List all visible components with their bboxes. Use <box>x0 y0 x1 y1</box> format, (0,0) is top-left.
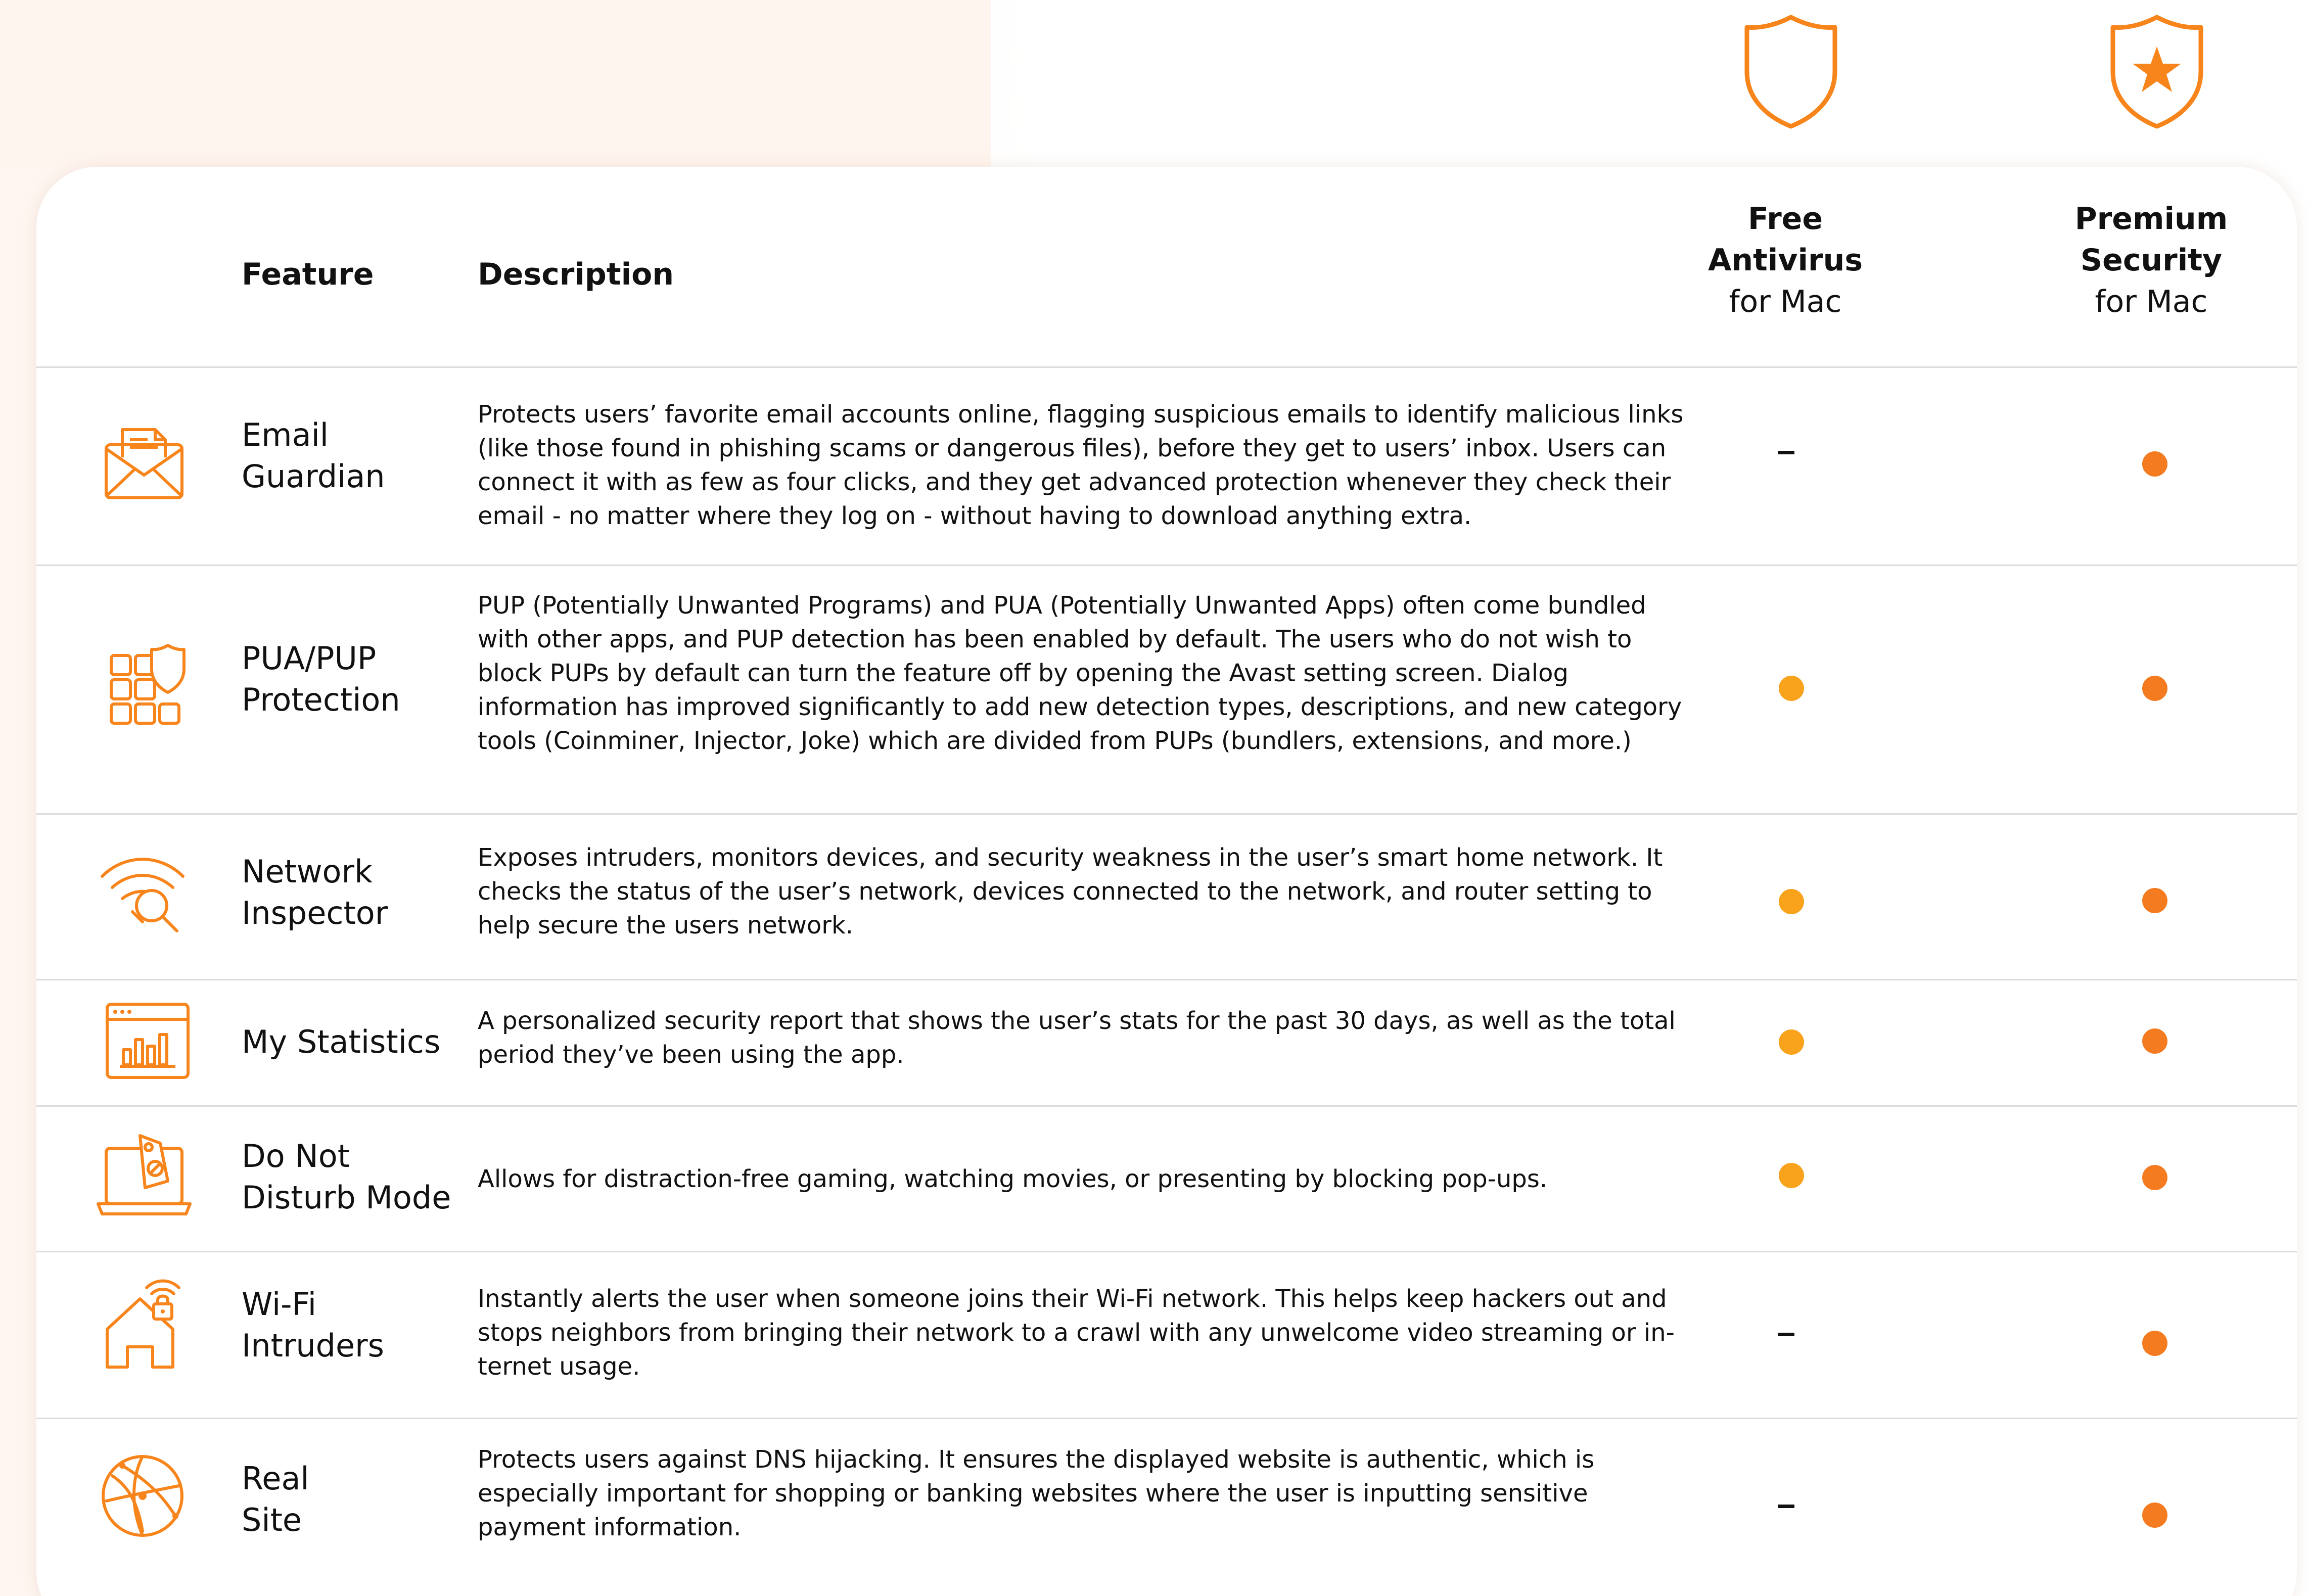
feature-name-line1: Email <box>242 416 329 453</box>
free-availability-dash <box>1774 1493 1799 1519</box>
feature-name-line1: My Statistics <box>242 1023 441 1060</box>
free-plan-header: Free Antivirus for Mac <box>1679 198 1891 322</box>
table-row: My Statistics A personalized security re… <box>36 979 2297 1107</box>
feature-name: PUA/PUP Protection <box>242 638 454 721</box>
free-availability-dot <box>1779 676 1804 701</box>
premium-availability-dot <box>2142 1331 2167 1356</box>
table-row: Wi-Fi Intruders Instantly alerts the use… <box>36 1251 2297 1419</box>
envelope-icon <box>92 409 193 510</box>
app-grid-shield-icon <box>92 638 193 739</box>
feature-name-line2: Disturb Mode <box>242 1179 451 1216</box>
feature-description: Exposes intruders, monitors devices, and… <box>478 843 1663 940</box>
shield-star-icon <box>2104 11 2210 132</box>
statistics-window-icon <box>92 992 193 1093</box>
feature-name-line1: Real <box>242 1460 309 1497</box>
feature-description: A personalized security report that show… <box>478 1007 1676 1069</box>
description-column-header: Description <box>478 257 674 292</box>
feature-name-line1: PUA/PUP <box>242 640 377 677</box>
feature-description: Protects users’ favorite email accounts … <box>478 400 1684 530</box>
feature-name-line2: Intruders <box>242 1327 384 1364</box>
table-row: Network Inspector Exposes intruders, mon… <box>36 813 2297 980</box>
free-availability-dot <box>1779 889 1804 914</box>
free-availability-dot <box>1779 1029 1804 1055</box>
feature-name-line1: Do Not <box>242 1138 350 1175</box>
premium-plan-header: Premium Security for Mac <box>2045 198 2257 322</box>
feature-name-line1: Network <box>242 853 373 890</box>
premium-plan-name-line1: Premium <box>2074 201 2228 237</box>
wifi-magnifier-icon <box>92 841 193 942</box>
premium-availability-dot <box>2142 676 2167 701</box>
feature-name: My Statistics <box>242 1021 454 1063</box>
premium-plan-name-line2: Security <box>2080 243 2223 278</box>
comparison-table: Feature Description Free Antivirus for M… <box>36 167 2297 1596</box>
table-row: Do Not Disturb Mode Allows for distracti… <box>36 1105 2297 1252</box>
table-row: PUA/PUP Protection PUP (Potentially Unwa… <box>36 565 2297 815</box>
premium-availability-dot <box>2142 451 2167 477</box>
feature-description: Protects users against DNS hijacking. It… <box>478 1445 1595 1541</box>
comparison-page: Feature Description Free Antivirus for M… <box>0 0 2309 1596</box>
feature-name-line1: Wi-Fi <box>242 1286 316 1323</box>
feature-description: Instantly alerts the user when someone j… <box>478 1285 1675 1381</box>
feature-name-line2: Guardian <box>242 458 385 495</box>
free-availability-dash <box>1774 1322 1799 1347</box>
premium-availability-dot <box>2142 1028 2167 1054</box>
feature-name: Do Not Disturb Mode <box>242 1136 454 1218</box>
globe-network-icon <box>92 1445 193 1546</box>
feature-name: Wi-Fi Intruders <box>242 1284 454 1367</box>
feature-name-line2: Inspector <box>242 895 388 931</box>
feature-description: PUP (Potentially Unwanted Programs) and … <box>478 591 1682 755</box>
premium-plan-suffix: for Mac <box>2095 284 2208 319</box>
shield-icon <box>1738 11 1844 132</box>
feature-name: Email Guardian <box>242 414 454 497</box>
free-plan-suffix: for Mac <box>1729 284 1842 319</box>
feature-column-header: Feature <box>242 257 374 292</box>
free-plan-name-line2: Antivirus <box>1707 243 1863 278</box>
free-plan-name-line1: Free <box>1747 201 1823 237</box>
feature-description: Allows for distraction-free gaming, watc… <box>478 1165 1548 1193</box>
premium-availability-dot <box>2142 888 2167 913</box>
feature-name: Network Inspector <box>242 851 454 934</box>
free-availability-dot <box>1779 1163 1804 1188</box>
feature-name-line2: Protection <box>242 681 400 718</box>
laptop-do-not-disturb-icon <box>92 1128 193 1229</box>
table-row: Real Site Protects users against DNS hij… <box>36 1418 2297 1584</box>
feature-name-line2: Site <box>242 1501 302 1538</box>
table-header: Feature Description Free Antivirus for M… <box>36 167 2297 368</box>
free-availability-dash <box>1774 440 1799 465</box>
house-lock-wifi-icon <box>92 1274 193 1375</box>
table-row: Email Guardian Protects users’ favorite … <box>36 366 2297 566</box>
premium-availability-dot <box>2142 1503 2167 1528</box>
plan-icons <box>0 11 2309 132</box>
premium-availability-dot <box>2142 1165 2167 1190</box>
feature-name: Real Site <box>242 1458 454 1541</box>
